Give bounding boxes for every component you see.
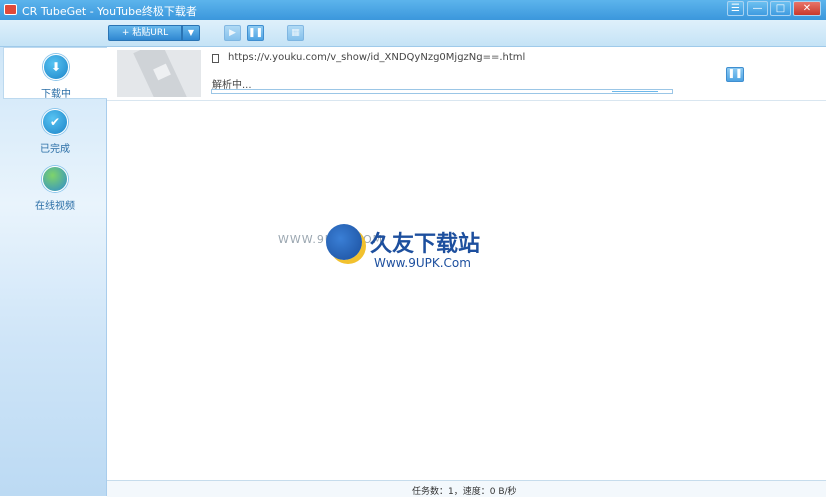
task-row[interactable]: https://v.youku.com/v_show/id_XNDQyNzg0M… [107,47,826,101]
pause-all-button[interactable]: ❚❚ [247,25,264,41]
start-button[interactable]: ▶ [224,25,241,41]
paste-url-dropdown-button[interactable]: ▼ [182,25,200,41]
film-icon [212,54,219,63]
task-pause-button[interactable]: ❚❚ [726,67,744,82]
status-text: 任务数：1，速度：0 B/秒 [412,487,517,497]
task-url: https://v.youku.com/v_show/id_XNDQyNzg0M… [228,52,526,63]
download-icon: ⬇ [43,54,69,80]
sidebar: ⬇ 下载中 ✔ 已完成 在线视频 [0,47,107,496]
sidebar-item-label: 已完成 [40,144,70,155]
watermark-site-url: Www.9UPK.Com [374,256,471,270]
window-title: CR TubeGet - YouTube终极下载者 [22,5,197,18]
check-icon: ✔ [42,109,68,135]
app-icon [4,4,17,15]
sidebar-item-completed[interactable]: ✔ 已完成 [3,103,107,155]
watermark: WWW.9UPK.COM 久友下载站 Www.9UPK.Com [278,224,508,274]
paste-url-button[interactable]: + 粘贴URL [108,25,182,41]
close-button[interactable]: ✕ [793,1,821,16]
delete-button[interactable]: ▦ [287,25,304,41]
watermark-site-name: 久友下载站 [370,232,481,257]
minimize-button[interactable]: — [747,1,768,16]
globe-icon [42,166,68,192]
task-progress-bar [211,89,673,94]
title-bar: CR TubeGet - YouTube终极下载者 ☰ — □ ✕ [0,0,826,20]
sidebar-item-label: 在线视频 [35,201,75,212]
progress-indicator [612,91,658,92]
toolbar: + 粘贴URL ▼ ▶ ❚❚ ▦ [0,20,826,47]
sidebar-item-downloading[interactable]: ⬇ 下载中 [3,47,107,100]
menu-button[interactable]: ☰ [727,1,744,16]
maximize-button[interactable]: □ [770,1,791,16]
status-bar: 任务数：1，速度：0 B/秒 [107,480,826,497]
sidebar-item-online-video[interactable]: 在线视频 [3,160,107,212]
sidebar-item-label: 下载中 [41,89,71,100]
video-thumbnail [117,50,201,97]
site-logo-icon [326,224,362,260]
